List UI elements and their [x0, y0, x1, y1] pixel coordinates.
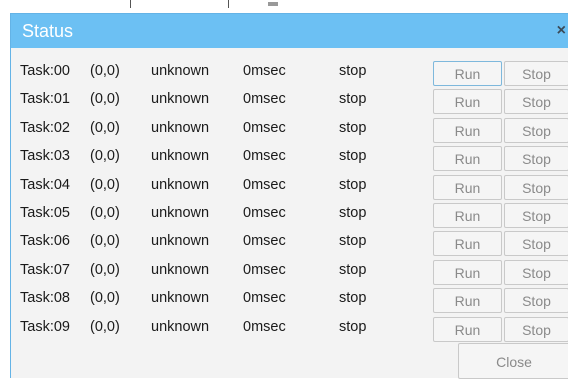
run-button[interactable]: Run — [433, 202, 502, 228]
task-status: stop — [339, 204, 367, 221]
stop-button[interactable]: Stop — [504, 89, 568, 115]
run-button[interactable]: Run — [433, 89, 502, 115]
task-name: Task:00 — [20, 63, 70, 79]
background-divider — [228, 0, 229, 8]
task-time: 0msec — [243, 119, 286, 136]
task-status: stop — [339, 148, 367, 165]
task-time: 0msec — [243, 63, 286, 79]
task-time: 0msec — [243, 318, 286, 335]
run-button[interactable]: Run — [433, 259, 502, 285]
task-status: stop — [339, 318, 367, 335]
dialog-title: Status — [22, 21, 74, 41]
task-status: stop — [339, 63, 367, 79]
task-time: 0msec — [243, 290, 286, 307]
task-status: stop — [339, 261, 367, 278]
background-glyph — [268, 2, 278, 6]
background-divider — [130, 0, 131, 8]
background-window-fragment — [0, 0, 568, 14]
task-state: unknown — [151, 204, 210, 221]
task-row: Task:09 (0,0) unknown 0msec stop Run Stop — [11, 316, 568, 344]
run-button[interactable]: Run — [433, 316, 502, 342]
task-time: 0msec — [243, 204, 286, 221]
task-time: 0msec — [243, 91, 286, 108]
task-name: Task:04 — [20, 176, 70, 193]
run-button[interactable]: Run — [433, 146, 502, 172]
task-state: unknown — [151, 119, 210, 136]
stop-button[interactable]: Stop — [504, 316, 568, 342]
stop-button[interactable]: Stop — [504, 231, 568, 257]
task-state: unknown — [151, 148, 210, 165]
task-time: 0msec — [243, 176, 286, 193]
task-position: (0,0) — [90, 290, 120, 307]
task-position: (0,0) — [90, 63, 120, 79]
task-state: unknown — [151, 290, 210, 307]
task-name: Task:08 — [20, 290, 70, 307]
task-position: (0,0) — [90, 261, 120, 278]
task-status: stop — [339, 233, 367, 250]
task-name: Task:01 — [20, 91, 70, 108]
task-list: Task:00 (0,0) unknown 0msec stop Run Stop Task:… — [11, 60, 568, 344]
task-state: unknown — [151, 318, 210, 335]
task-row: Task:08 (0,0) unknown 0msec stop Run Stop — [11, 287, 568, 315]
task-state: unknown — [151, 233, 210, 250]
task-position: (0,0) — [90, 91, 120, 108]
task-position: (0,0) — [90, 148, 120, 165]
task-status: stop — [339, 176, 367, 193]
run-button[interactable]: Run — [433, 174, 502, 200]
stop-button[interactable]: Stop — [504, 174, 568, 200]
task-row: Task:03 (0,0) unknown 0msec stop Run Stop — [11, 145, 568, 173]
task-time: 0msec — [243, 148, 286, 165]
task-time: 0msec — [243, 233, 286, 250]
task-position: (0,0) — [90, 119, 120, 136]
run-button[interactable]: Run — [433, 61, 502, 86]
stop-button[interactable]: Stop — [504, 202, 568, 228]
task-row: Task:05 (0,0) unknown 0msec stop Run Stop — [11, 202, 568, 230]
task-name: Task:09 — [20, 318, 70, 335]
task-name: Task:07 — [20, 261, 70, 278]
task-position: (0,0) — [90, 318, 120, 335]
close-icon[interactable]: × — [557, 22, 566, 40]
run-button[interactable]: Run — [433, 288, 502, 314]
task-state: unknown — [151, 261, 210, 278]
task-position: (0,0) — [90, 176, 120, 193]
task-row: Task:01 (0,0) unknown 0msec stop Run Stop — [11, 88, 568, 116]
task-row: Task:04 (0,0) unknown 0msec stop Run Stop — [11, 174, 568, 202]
task-state: unknown — [151, 176, 210, 193]
task-position: (0,0) — [90, 233, 120, 250]
task-row: Task:06 (0,0) unknown 0msec stop Run Stop — [11, 230, 568, 258]
task-state: unknown — [151, 91, 210, 108]
task-status: stop — [339, 290, 367, 307]
task-row: Task:02 (0,0) unknown 0msec stop Run Stop — [11, 117, 568, 145]
task-status: stop — [339, 119, 367, 136]
stop-button[interactable]: Stop — [504, 288, 568, 314]
task-row: Task:00 (0,0) unknown 0msec stop Run Stop — [11, 60, 568, 88]
close-button[interactable]: Close — [458, 343, 568, 379]
task-name: Task:03 — [20, 148, 70, 165]
run-button[interactable]: Run — [433, 117, 502, 143]
task-name: Task:05 — [20, 204, 70, 221]
task-position: (0,0) — [90, 204, 120, 221]
task-status: stop — [339, 91, 367, 108]
stop-button[interactable]: Stop — [504, 61, 568, 86]
task-name: Task:06 — [20, 233, 70, 250]
stop-button[interactable]: Stop — [504, 259, 568, 285]
task-state: unknown — [151, 63, 210, 79]
dialog-titlebar[interactable]: Status × — [11, 14, 568, 48]
status-dialog: Status × Task:00 (0,0) unknown 0msec stop Run… — [10, 13, 568, 379]
task-time: 0msec — [243, 261, 286, 278]
run-button[interactable]: Run — [433, 231, 502, 257]
stop-button[interactable]: Stop — [504, 146, 568, 172]
stop-button[interactable]: Stop — [504, 117, 568, 143]
task-name: Task:02 — [20, 119, 70, 136]
task-row: Task:07 (0,0) unknown 0msec stop Run Stop — [11, 259, 568, 287]
